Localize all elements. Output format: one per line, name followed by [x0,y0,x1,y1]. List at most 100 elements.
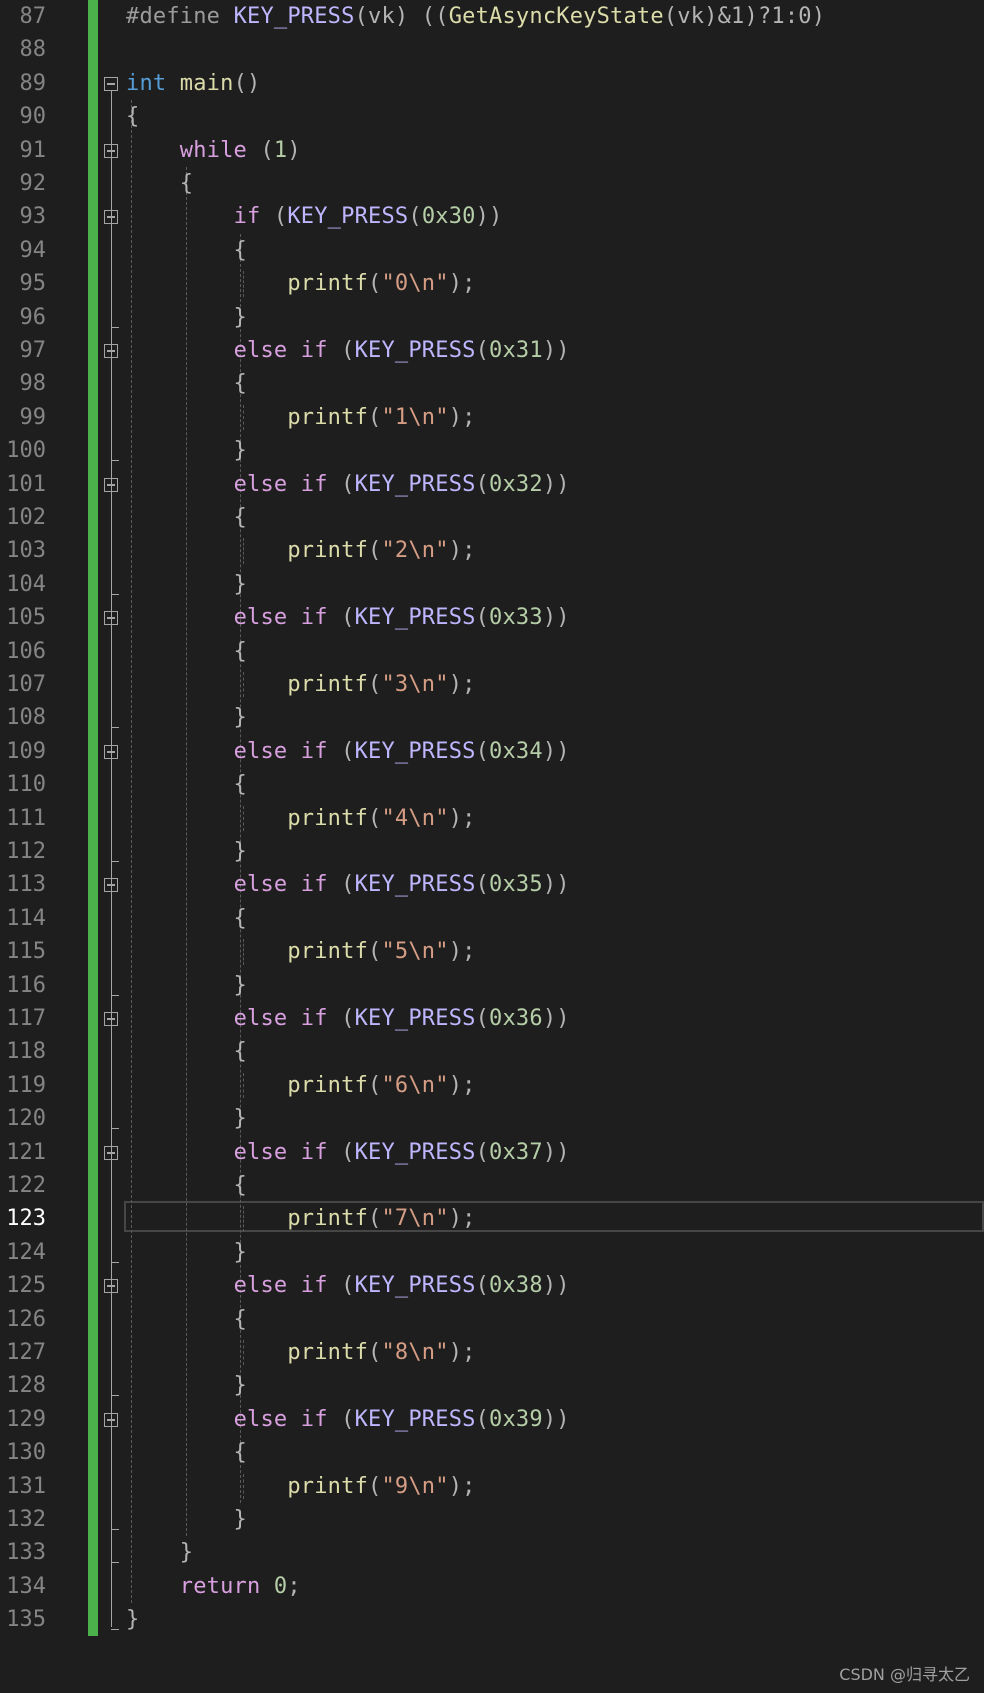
code-text[interactable]: printf("9\n"); [126,1470,476,1503]
code-text[interactable]: #define KEY_PRESS(vk) ((GetAsyncKeyState… [126,0,825,33]
code-line[interactable]: 106 { [0,635,984,668]
code-text[interactable]: { [126,902,247,935]
code-line[interactable]: 91 while (1) [0,134,984,167]
code-line[interactable]: 88 [0,33,984,66]
code-line[interactable]: 128 } [0,1369,984,1402]
code-text[interactable]: else if (KEY_PRESS(0x31)) [126,334,570,367]
code-line[interactable]: 127 printf("8\n"); [0,1336,984,1369]
code-line[interactable]: 129 else if (KEY_PRESS(0x39)) [0,1403,984,1436]
code-line[interactable]: 104 } [0,568,984,601]
code-line[interactable]: 90 { [0,100,984,133]
code-text[interactable]: return 0; [126,1570,301,1603]
code-line[interactable]: 119 printf("6\n"); [0,1069,984,1102]
code-line[interactable]: 89 int main() [0,67,984,100]
code-line[interactable]: 92 { [0,167,984,200]
code-line[interactable]: 114 { [0,902,984,935]
code-line[interactable]: 96 } [0,301,984,334]
code-line[interactable]: 112 } [0,835,984,868]
code-line[interactable]: 116 } [0,969,984,1002]
code-text[interactable]: printf("5\n"); [126,935,476,968]
code-text[interactable]: { [126,635,247,668]
code-line[interactable]: 120 } [0,1102,984,1135]
code-text[interactable]: printf("4\n"); [126,802,476,835]
code-text[interactable]: { [126,501,247,534]
code-line[interactable]: 132 } [0,1503,984,1536]
code-text[interactable]: } [126,1536,193,1569]
code-text[interactable]: } [126,969,247,1002]
code-line[interactable]: 111 printf("4\n"); [0,802,984,835]
code-text[interactable]: { [126,367,247,400]
code-text[interactable]: { [126,100,139,133]
code-text[interactable]: } [126,1369,247,1402]
code-text[interactable]: printf("6\n"); [126,1069,476,1102]
code-text[interactable]: else if (KEY_PRESS(0x32)) [126,468,570,501]
code-line[interactable]: 134 return 0; [0,1570,984,1603]
code-line[interactable]: 123 printf("7\n"); [0,1202,984,1235]
code-line[interactable]: 97 else if (KEY_PRESS(0x31)) [0,334,984,367]
code-line[interactable]: 110 { [0,768,984,801]
code-text[interactable]: } [126,568,247,601]
code-line[interactable]: 107 printf("3\n"); [0,668,984,701]
code-line[interactable]: 95 printf("0\n"); [0,267,984,300]
code-text[interactable]: else if (KEY_PRESS(0x38)) [126,1269,570,1302]
code-line[interactable]: 117 else if (KEY_PRESS(0x36)) [0,1002,984,1035]
code-line[interactable]: 103 printf("2\n"); [0,534,984,567]
code-text[interactable]: } [126,835,247,868]
code-text[interactable]: else if (KEY_PRESS(0x37)) [126,1136,570,1169]
code-text[interactable]: printf("7\n"); [126,1202,476,1235]
code-text[interactable]: } [126,1603,139,1636]
code-line[interactable]: 135} [0,1603,984,1636]
code-line[interactable]: 118 { [0,1035,984,1068]
code-line[interactable]: 100 } [0,434,984,467]
code-text[interactable]: { [126,234,247,267]
code-text[interactable]: int main() [126,67,260,100]
code-line[interactable]: 125 else if (KEY_PRESS(0x38)) [0,1269,984,1302]
code-editor[interactable]: 87 #define KEY_PRESS(vk) ((GetAsyncKeySta… [0,0,984,1660]
code-line[interactable]: 130 { [0,1436,984,1469]
code-line[interactable]: 102 { [0,501,984,534]
code-line[interactable]: 109 else if (KEY_PRESS(0x34)) [0,735,984,768]
code-text[interactable]: { [126,1436,247,1469]
code-text[interactable]: else if (KEY_PRESS(0x33)) [126,601,570,634]
code-line[interactable]: 131 printf("9\n"); [0,1470,984,1503]
code-text[interactable]: { [126,1169,247,1202]
code-text[interactable]: printf("0\n"); [126,267,476,300]
code-text[interactable]: { [126,1303,247,1336]
code-token: KEY_PRESS [354,605,476,631]
code-text[interactable]: } [126,1503,247,1536]
code-line[interactable]: 121 else if (KEY_PRESS(0x37)) [0,1136,984,1169]
code-line[interactable]: 93 if (KEY_PRESS(0x30)) [0,200,984,233]
code-text[interactable]: { [126,167,193,200]
code-line[interactable]: 87 #define KEY_PRESS(vk) ((GetAsyncKeySta… [0,0,984,33]
code-text[interactable]: { [126,1035,247,1068]
code-text[interactable]: printf("3\n"); [126,668,476,701]
code-text[interactable]: else if (KEY_PRESS(0x34)) [126,735,570,768]
code-text[interactable]: printf("8\n"); [126,1336,476,1369]
code-line[interactable]: 99 printf("1\n"); [0,401,984,434]
code-text[interactable]: } [126,701,247,734]
code-text[interactable]: printf("1\n"); [126,401,476,434]
code-text[interactable]: else if (KEY_PRESS(0x39)) [126,1403,570,1436]
code-line[interactable]: 101 else if (KEY_PRESS(0x32)) [0,468,984,501]
code-line[interactable]: 124 } [0,1236,984,1269]
code-text[interactable]: printf("2\n"); [126,534,476,567]
code-line[interactable]: 115 printf("5\n"); [0,935,984,968]
code-text[interactable]: while (1) [126,134,301,167]
code-line[interactable]: 113 else if (KEY_PRESS(0x35)) [0,868,984,901]
code-line[interactable]: 108 } [0,701,984,734]
code-text[interactable]: else if (KEY_PRESS(0x35)) [126,868,570,901]
code-line[interactable]: 126 { [0,1303,984,1336]
code-text[interactable]: } [126,1102,247,1135]
code-text[interactable]: else if (KEY_PRESS(0x36)) [126,1002,570,1035]
code-text[interactable]: } [126,301,247,334]
code-text[interactable]: } [126,434,247,467]
code-line[interactable]: 122 { [0,1169,984,1202]
code-line[interactable]: 133 } [0,1536,984,1569]
code-line[interactable]: 94 { [0,234,984,267]
code-line[interactable]: 98 { [0,367,984,400]
code-line[interactable]: 105 else if (KEY_PRESS(0x33)) [0,601,984,634]
code-text[interactable]: } [126,1236,247,1269]
code-text[interactable]: if (KEY_PRESS(0x30)) [126,200,503,233]
code-text[interactable]: { [126,768,247,801]
code-token: ( [327,1406,355,1432]
